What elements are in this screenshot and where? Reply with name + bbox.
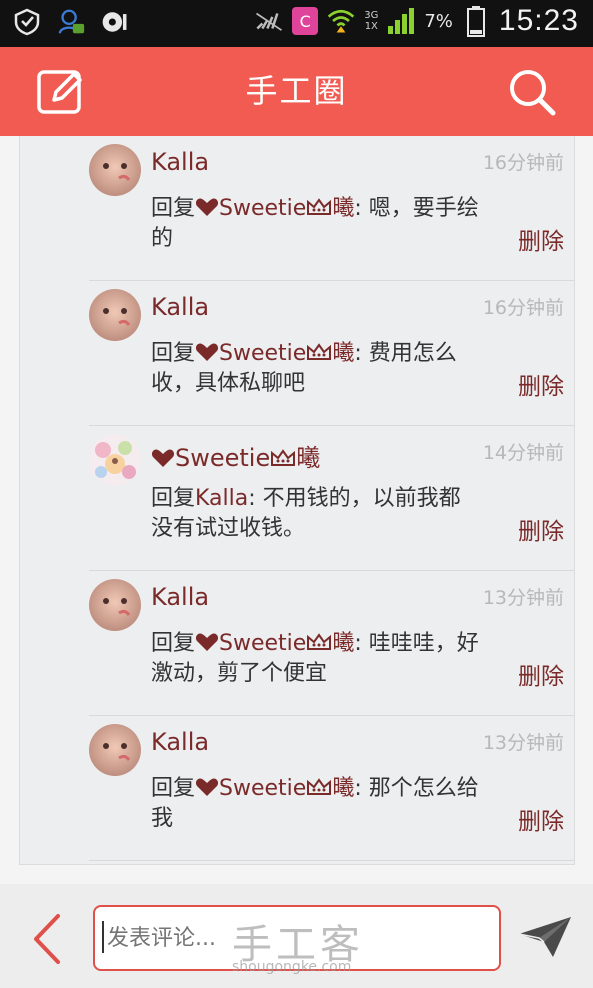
- heart-icon: [195, 778, 219, 796]
- comment-list[interactable]: Kalla 16分钟前 回复 Sweetie 曦: 嗯，要手绘的 删除 Kalla …: [19, 136, 575, 865]
- reply-prefix: 回复: [151, 341, 196, 366]
- heart-icon: [151, 449, 175, 467]
- comment-username[interactable]: Kalla: [151, 583, 209, 611]
- sync-icon: [100, 7, 130, 37]
- reply-target-suffix[interactable]: 曦: [332, 196, 354, 221]
- comment-text: 回复Kalla: 不用钱的，以前我都没有试过收钱。: [151, 484, 481, 544]
- crown-icon: [271, 449, 296, 466]
- avatar[interactable]: [89, 144, 141, 196]
- shield-icon: [12, 7, 42, 37]
- network-type: 3G 1X: [364, 10, 379, 32]
- comment-item: Kalla 16分钟前 回复 Sweetie 曦: 费用怎么收，具体私聊吧 删除: [89, 281, 574, 426]
- delete-button[interactable]: 删除: [518, 367, 564, 401]
- reply-target-suffix[interactable]: 曦: [332, 341, 354, 366]
- crown-icon: [307, 343, 332, 360]
- contacts-icon: [56, 7, 86, 37]
- delete-button[interactable]: 删除: [518, 657, 564, 691]
- page-title: 手工圈: [245, 72, 348, 110]
- comment-item: Kalla 13分钟前 回复 Sweetie 曦: 哇哇哇，好激动，剪了个便宜 删除: [89, 571, 574, 716]
- comment-item: Kalla 16分钟前 回复 Sweetie 曦: 嗯，要手绘的 删除: [89, 136, 574, 281]
- comment-item: Kalla 13分钟前 回复 Sweetie 曦: 那个怎么给我 删除: [89, 716, 574, 861]
- reply-prefix: 回复: [151, 631, 196, 656]
- comment-username[interactable]: Kalla: [151, 293, 209, 321]
- status-bar: C 3G 1X 7% 15:23: [0, 0, 593, 47]
- wifi-icon: [326, 6, 356, 36]
- reply-target[interactable]: Sweetie: [219, 776, 306, 801]
- comment-bar: 手工客 shougongke.com: [0, 884, 593, 988]
- reply-target[interactable]: Kalla: [195, 486, 248, 511]
- comment-time: 14分钟前: [482, 442, 564, 464]
- comment-text: 回复 Sweetie 曦: 费用怎么收，具体私聊吧: [151, 339, 481, 399]
- delete-button[interactable]: 删除: [518, 512, 564, 546]
- title-bar: 手工圈: [0, 47, 593, 136]
- avatar[interactable]: [89, 289, 141, 341]
- no-signal-icon: [254, 6, 284, 36]
- reply-target[interactable]: Sweetie: [219, 341, 306, 366]
- avatar[interactable]: [89, 434, 141, 486]
- avatar[interactable]: [89, 579, 141, 631]
- reply-prefix: 回复: [151, 776, 196, 801]
- back-chevron-icon[interactable]: [30, 912, 64, 966]
- search-icon[interactable]: [507, 67, 557, 117]
- reply-target[interactable]: Sweetie: [219, 196, 306, 221]
- reply-target-suffix[interactable]: 曦: [332, 776, 354, 801]
- comment-time: 13分钟前: [482, 587, 564, 609]
- reply-target[interactable]: Sweetie: [219, 631, 306, 656]
- send-icon[interactable]: [517, 914, 573, 960]
- delete-button[interactable]: 删除: [518, 222, 564, 256]
- delete-button[interactable]: 删除: [518, 802, 564, 836]
- crown-icon: [307, 778, 332, 795]
- clock: 15:23: [498, 4, 579, 37]
- signal-icon: [386, 6, 416, 36]
- heart-icon: [195, 633, 219, 651]
- username-text: Sweetie: [175, 444, 271, 472]
- battery-icon: [461, 6, 491, 37]
- reply-prefix: 回复: [151, 486, 196, 511]
- comment-time: 16分钟前: [482, 297, 564, 319]
- avatar[interactable]: [89, 724, 141, 776]
- comment-text: 回复 Sweetie 曦: 嗯，要手绘的: [151, 194, 481, 254]
- comment-text: 回复 Sweetie 曦: 哇哇哇，好激动，剪了个便宜: [151, 629, 481, 689]
- crown-icon: [307, 198, 332, 215]
- comment-time: 16分钟前: [482, 152, 564, 174]
- reply-prefix: 回复: [151, 196, 196, 221]
- comment-username[interactable]: Kalla: [151, 148, 209, 176]
- crown-icon: [307, 633, 332, 650]
- comment-time: 13分钟前: [482, 732, 564, 754]
- comment-text: 回复 Sweetie 曦: 那个怎么给我: [151, 774, 481, 834]
- username-suffix: 曦: [296, 444, 321, 472]
- comment-username[interactable]: Kalla: [151, 728, 209, 756]
- watermark-url: shougongke.com: [232, 959, 352, 975]
- text-caret: [102, 921, 104, 953]
- heart-icon: [195, 198, 219, 216]
- heart-icon: [195, 343, 219, 361]
- comment-username[interactable]: Sweetie 曦: [151, 438, 320, 473]
- app-icon: C: [292, 7, 319, 35]
- battery-percent: 7%: [424, 10, 453, 32]
- comment-item: Sweetie 曦 14分钟前 回复Kalla: 不用钱的，以前我都没有试过收钱。…: [89, 426, 574, 571]
- reply-target-suffix[interactable]: 曦: [332, 631, 354, 656]
